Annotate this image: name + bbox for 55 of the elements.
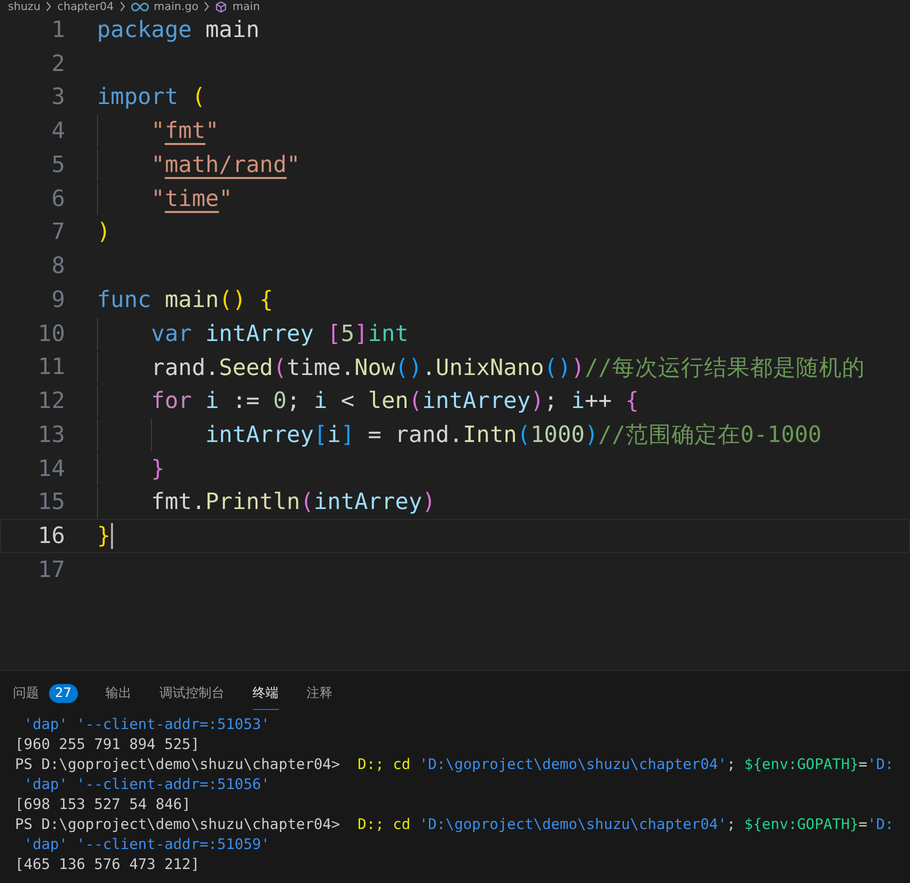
code-text: func main() { (97, 286, 274, 313)
chevron-icon (118, 1, 126, 12)
line-number: 9 (50, 286, 65, 313)
code-text: rand.Seed(time.Now().UnixNano())//每次运行结果都是随机的 (150, 354, 865, 383)
terminal-line: 'dap' '--client-addr=:51056' (22, 775, 271, 795)
chevron-icon (203, 1, 210, 12)
line-number: 13 (36, 422, 65, 448)
breadcrumb-item[interactable]: main (232, 0, 260, 13)
code-text: } (97, 523, 111, 550)
code-text: var intArrey [5]int (150, 320, 409, 347)
code-text: import ( (97, 84, 206, 110)
line-number: 12 (36, 388, 65, 414)
text-cursor (110, 523, 113, 550)
code-text: "time" (150, 186, 232, 212)
line-number: 15 (36, 489, 65, 516)
breadcrumb-item[interactable]: main.go (154, 0, 198, 13)
terminal-line: [960 255 791 894 525] (15, 735, 201, 755)
terminal-line: 'dap' '--client-addr=:51059' (22, 835, 271, 855)
chevron-icon (45, 1, 52, 12)
code-text: "fmt" (150, 118, 219, 144)
cube-icon (215, 0, 228, 12)
panel-tab[interactable]: 问题 (13, 676, 39, 710)
count-badge: 27 (49, 684, 78, 702)
line-number: 14 (36, 456, 65, 482)
line-number: 16 (36, 523, 65, 550)
code-text: "math/rand" (150, 152, 300, 178)
code-text: for i := 0; i < len(intArrey); i++ { (150, 388, 639, 414)
terminal-line: 'dap' '--client-addr=:51053' (22, 715, 271, 735)
terminal-line: [698 153 527 54 846] (15, 795, 192, 815)
panel-tab[interactable]: 调试控制台 (160, 676, 225, 710)
code-text: intArrey[i] = rand.Intn(1000)//范围确定在0-1000 (204, 421, 822, 450)
line-number: 3 (50, 84, 65, 110)
line-number: 11 (36, 354, 65, 380)
code-text: fmt.Println(intArrey) (150, 489, 436, 516)
terminal-line: PS D:\goproject\demo\shuzu\chapter04> D:; cd 'D:\goproject\demo\shuzu\chapter04'; ${env:GOPATH}='D: (15, 815, 895, 835)
line-number: 8 (50, 253, 65, 280)
line-number: 2 (50, 50, 65, 77)
panel-tab[interactable]: 注释 (306, 676, 333, 710)
line-number: 5 (50, 152, 65, 178)
line-number: 4 (50, 118, 65, 144)
line-number: 17 (36, 556, 65, 583)
line-number: 10 (36, 320, 65, 347)
line-number: 6 (50, 186, 65, 212)
terminal-line: PS D:\goproject\demo\shuzu\chapter04> D:; cd 'D:\goproject\demo\shuzu\chapter04'; ${env:GOPATH}='D: (15, 755, 895, 775)
line-number: 1 (50, 16, 65, 43)
breadcrumb-item[interactable]: chapter04 (57, 0, 114, 13)
line-number: 7 (50, 219, 65, 246)
go-file-icon (130, 2, 149, 12)
breadcrumb-item[interactable]: shuzu (8, 0, 40, 13)
code-text: } (150, 456, 165, 482)
panel-tab[interactable]: 终端 (252, 676, 279, 710)
code-text: ) (97, 219, 111, 246)
code-text: package main (97, 16, 260, 43)
terminal-line: [465 136 576 473 212] (15, 855, 201, 875)
panel-tab[interactable]: 输出 (106, 676, 132, 710)
